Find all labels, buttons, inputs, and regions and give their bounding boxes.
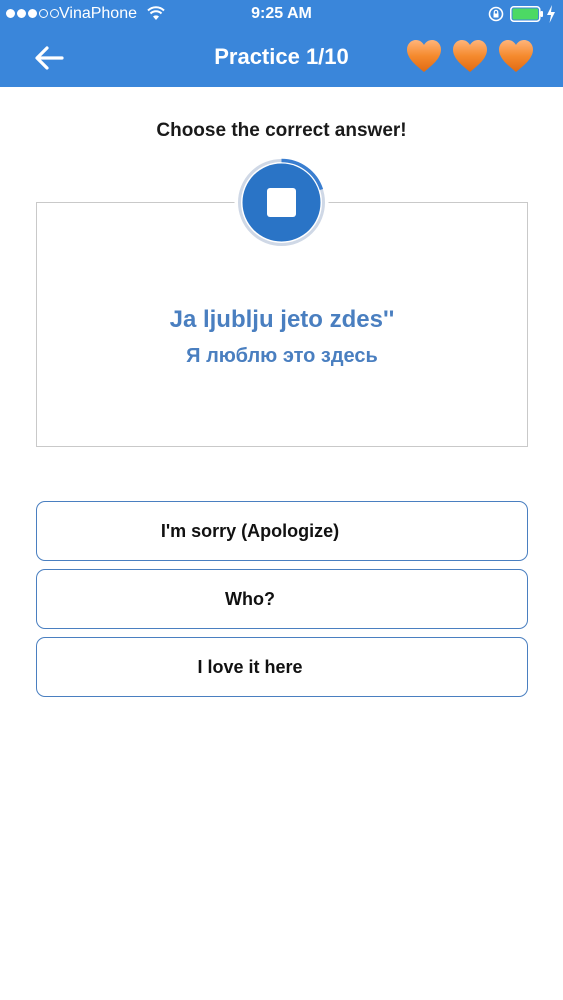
answer-option[interactable]: I love it here: [36, 637, 528, 697]
answer-option-label: I love it here: [197, 656, 303, 677]
lives-indicator: [405, 38, 535, 74]
answer-option-label: Who?: [225, 588, 275, 609]
status-bar: VinaPhone 9:25 AM: [0, 0, 563, 30]
audio-stop-button[interactable]: [233, 154, 330, 251]
heart-icon: [407, 40, 441, 72]
status-time: 9:25 AM: [251, 5, 312, 22]
heart-icon: [499, 40, 533, 72]
practice-screen: VinaPhone 9:25 AM Practice 1/10 Choose t…: [0, 0, 563, 1000]
question-prompt: Choose the correct answer!: [156, 120, 407, 141]
stop-icon: [267, 188, 296, 217]
battery-icon: [510, 6, 543, 22]
answer-option-label: I'm sorry (Apologize): [160, 520, 340, 541]
header: Practice 1/10: [0, 30, 563, 87]
phrase-original: Я люблю это здесь: [186, 345, 378, 367]
top-bar: VinaPhone 9:25 AM Practice 1/10: [0, 0, 563, 87]
rotation-lock-icon: [488, 6, 504, 22]
phrase-transliteration: Ja ljublju jeto zdes'': [169, 306, 395, 333]
answer-option[interactable]: Who?: [36, 569, 528, 629]
answer-option[interactable]: I'm sorry (Apologize): [36, 501, 528, 561]
charging-icon: [547, 5, 555, 23]
heart-icon: [453, 40, 487, 72]
